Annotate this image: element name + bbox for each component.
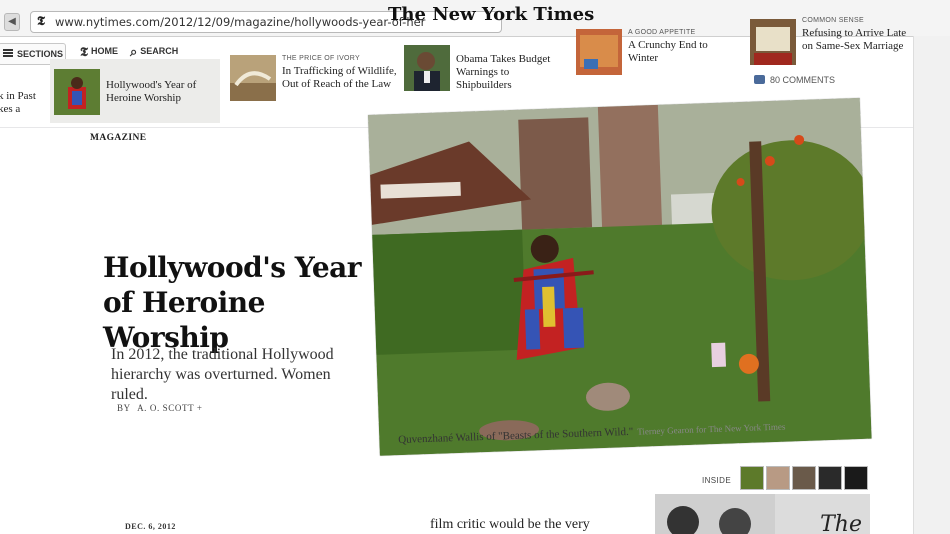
comments-link[interactable]: 80 COMMENTS <box>754 75 835 85</box>
byline: BY A. O. SCOTT + <box>117 403 203 413</box>
ribbon-partial-text[interactable]: k in Past kes a <box>0 90 36 116</box>
article-headline: Hollywood's Year of Heroine Worship <box>103 251 362 354</box>
ribbon-headline: Refusing to Arrive Late on Same-Sex Marr… <box>802 27 907 52</box>
lead-photo[interactable] <box>368 97 872 456</box>
back-button[interactable]: ◀ <box>4 13 20 31</box>
ribbon-headline: Hollywood's Year of Heroine Worship <box>106 79 197 104</box>
ribbon-headline: Obama Takes Budget Warnings to Shipbuild… <box>456 53 551 91</box>
ribbon-kicker: A GOOD APPETITE <box>628 29 696 36</box>
nyt-t-icon: 𝕿 <box>80 45 88 60</box>
ribbon-thumbnail <box>54 69 100 115</box>
promo-title: The <box>820 512 862 534</box>
ribbon-thumbnail <box>404 45 450 91</box>
browser-window: ◀ 𝕿 www.nytimes.com/2012/12/09/magazine/… <box>0 0 950 534</box>
inside-thumb[interactable] <box>766 466 790 490</box>
comment-bubble-icon <box>754 75 765 84</box>
inside-thumb-next-icon[interactable] <box>844 466 868 490</box>
hamburger-icon <box>3 49 13 57</box>
ribbon-item-common-sense[interactable]: COMMON SENSE Refusing to Arrive Late on … <box>750 11 920 75</box>
page-edge <box>913 36 950 534</box>
home-button[interactable]: 𝕿 HOME <box>80 45 118 60</box>
search-button[interactable]: ⌕ SEARCH <box>130 45 178 60</box>
ribbon-item-ivory[interactable]: THE PRICE OF IVORY In Trafficking of Wil… <box>230 55 400 119</box>
ribbon-kicker: COMMON SENSE <box>802 17 864 24</box>
url-text: www.nytimes.com/2012/12/09/magazine/holl… <box>55 15 426 29</box>
ribbon-thumbnail <box>230 55 276 101</box>
inside-thumb-play-icon[interactable] <box>818 466 842 490</box>
author-follow-icon[interactable]: + <box>197 403 203 413</box>
promo-image[interactable]: The <box>655 494 870 534</box>
inside-thumb-video-icon[interactable] <box>792 466 816 490</box>
ribbon-item-hollywood[interactable]: Hollywood's Year of Heroine Worship <box>50 59 220 123</box>
ribbon-thumbnail <box>576 29 622 75</box>
ribbon-item-obama[interactable]: Obama Takes Budget Warnings to Shipbuild… <box>404 45 574 109</box>
nyt-logo[interactable]: The New York Times <box>388 4 594 25</box>
section-label[interactable]: MAGAZINE <box>90 133 147 143</box>
ribbon-headline: In Trafficking of Wildlife, Out of Reach… <box>282 65 397 90</box>
ribbon-thumbnail <box>750 19 796 65</box>
article-summary: In 2012, the traditional Hollywood hiera… <box>111 346 334 403</box>
inside-thumb-play-icon[interactable] <box>740 466 764 490</box>
ribbon-item-appetite[interactable]: A GOOD APPETITE A Crunchy End to Winter <box>576 27 746 91</box>
inside-label: INSIDE <box>702 476 732 485</box>
nyt-favicon-icon: 𝕿 <box>37 14 45 29</box>
search-icon: ⌕ <box>130 45 138 60</box>
ribbon-kicker: THE PRICE OF IVORY <box>282 55 361 62</box>
author-link[interactable]: A. O. SCOTT <box>137 403 194 413</box>
ribbon-headline: A Crunchy End to Winter <box>628 39 708 64</box>
article-body-start: film critic would be the very <box>430 517 590 532</box>
article-date: DEC. 6, 2012 <box>125 522 176 531</box>
